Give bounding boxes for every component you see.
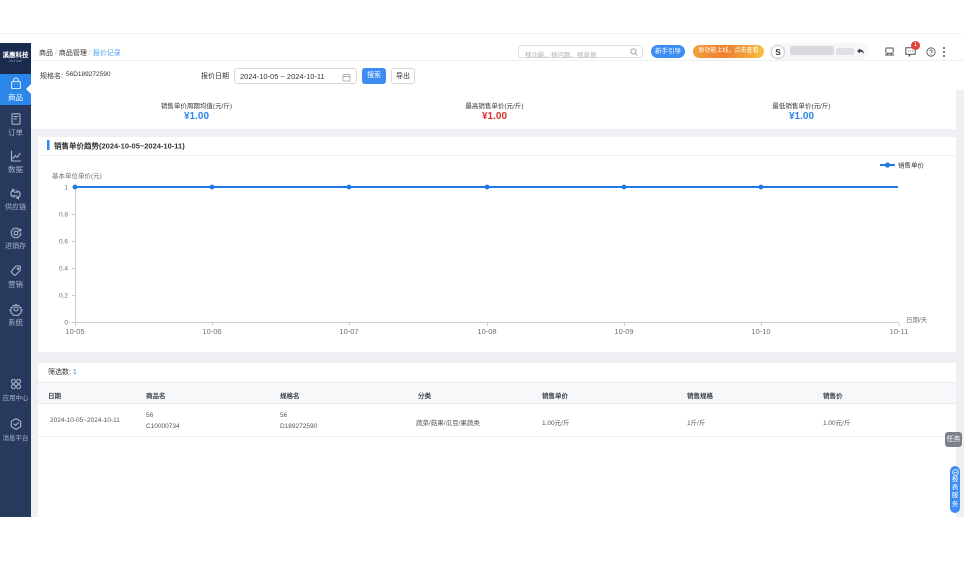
svg-text:10-10: 10-10 <box>751 327 770 336</box>
svg-text:0: 0 <box>64 320 68 327</box>
svg-text:日期/天: 日期/天 <box>906 316 928 324</box>
svg-text:10-11: 10-11 <box>890 327 909 336</box>
svg-text:10-07: 10-07 <box>339 327 358 336</box>
svg-text:1: 1 <box>64 185 68 192</box>
svg-text:基本单位单价(元): 基本单位单价(元) <box>52 171 102 180</box>
svg-text:销售单价: 销售单价 <box>898 161 925 170</box>
svg-text:销售单价趋势(2024-10-05~2024-10-11): 销售单价趋势(2024-10-05~2024-10-11) <box>54 141 185 151</box>
svg-text:0.8: 0.8 <box>59 212 68 219</box>
svg-text:0.6: 0.6 <box>59 239 68 246</box>
svg-text:10-08: 10-08 <box>477 327 496 336</box>
svg-text:10-05: 10-05 <box>65 327 84 336</box>
svg-text:10-06: 10-06 <box>202 327 221 336</box>
svg-text:0.2: 0.2 <box>59 293 68 300</box>
svg-text:0.4: 0.4 <box>59 266 68 273</box>
svg-text:10-09: 10-09 <box>614 327 633 336</box>
